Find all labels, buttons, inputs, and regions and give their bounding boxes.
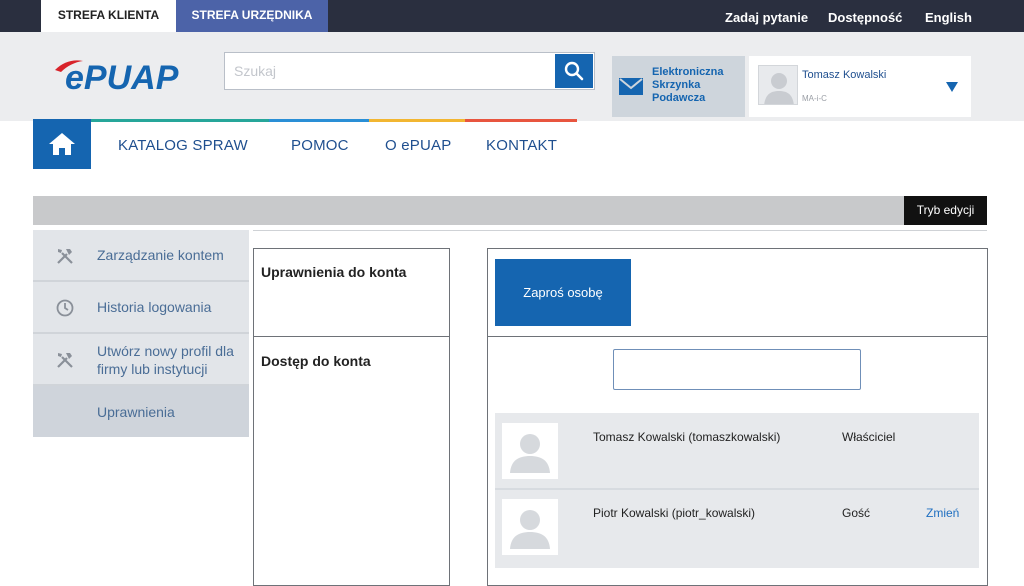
search-button[interactable]	[555, 54, 593, 88]
search-input[interactable]	[225, 53, 555, 89]
section-title-account-rights: Uprawnienia do konta	[261, 264, 407, 280]
tools-icon	[57, 353, 73, 368]
people-list: Tomasz Kowalski (tomaszkowalski) Właścic…	[495, 413, 979, 568]
home-button[interactable]	[33, 119, 91, 169]
user-id: MA-i-C	[802, 94, 827, 103]
avatar	[758, 65, 798, 105]
nav-color-stripe	[269, 119, 369, 122]
nav-color-stripe	[369, 119, 465, 122]
edit-mode-button[interactable]: Tryb edycji	[904, 196, 987, 225]
nav-help[interactable]: POMOC	[291, 137, 349, 154]
account-access-label-box	[253, 336, 450, 586]
top-bar: STREFA KLIENTA STREFA URZĘDNIKA Zadaj py…	[0, 0, 1024, 32]
person-role: Właściciel	[842, 430, 896, 444]
user-placeholder-icon	[764, 73, 794, 104]
clock-icon	[56, 299, 74, 317]
sidebar-item-label: Utwórz nowy profil dla firmy lub instytu…	[97, 343, 234, 377]
esp-mailbox-button[interactable]: Elektroniczna Skrzynka Podawcza	[612, 56, 745, 117]
epuap-logo[interactable]: ePUAP	[53, 54, 203, 97]
english-link[interactable]: English	[925, 10, 972, 25]
sidebar-item-label: Historia logowania	[97, 299, 212, 315]
filter-input[interactable]	[613, 349, 861, 390]
user-menu[interactable]: Tomasz Kowalski MA-i-C	[749, 56, 971, 117]
list-item: Piotr Kowalski (piotr_kowalski) Gość Zmi…	[495, 490, 979, 566]
user-placeholder-icon	[510, 510, 550, 549]
tools-icon	[57, 249, 73, 264]
divider	[253, 230, 987, 231]
accessibility-link[interactable]: Dostępność	[828, 10, 902, 25]
avatar	[502, 499, 558, 555]
person-role: Gość	[842, 506, 871, 520]
nav-color-stripe	[465, 119, 577, 122]
nav-catalog[interactable]: KATALOG SPRAW	[118, 137, 248, 154]
section-title-account-access: Dostęp do konta	[261, 353, 371, 369]
sidebar-item-label: Uprawnienia	[97, 404, 175, 420]
nav-about[interactable]: O ePUAP	[385, 137, 451, 154]
envelope-icon	[619, 78, 643, 95]
person-name: Tomasz Kowalski (tomaszkowalski)	[593, 430, 781, 444]
user-placeholder-icon	[510, 434, 550, 473]
sidebar-item-label: Zarządzanie kontem	[97, 247, 224, 263]
sidebar-item-create-profile[interactable]: Utwórz nowy profil dla firmy lub instytu…	[33, 334, 249, 386]
sidebar-item-account-management[interactable]: Zarządzanie kontem	[33, 230, 249, 282]
header: ePUAP Elektroniczna Skrzynka Podawcza To…	[0, 32, 1024, 121]
home-icon	[49, 133, 75, 155]
invite-person-button[interactable]: Zaproś osobę	[495, 259, 631, 326]
search-icon	[564, 61, 584, 81]
caret-down-icon[interactable]	[946, 82, 958, 92]
sidebar-item-login-history[interactable]: Historia logowania	[33, 282, 249, 334]
person-name: Piotr Kowalski (piotr_kowalski)	[593, 506, 756, 520]
tab-client-zone[interactable]: STREFA KLIENTA	[41, 0, 176, 32]
ask-question-link[interactable]: Zadaj pytanie	[725, 10, 808, 25]
change-role-link[interactable]: Zmień	[926, 506, 959, 520]
user-name: Tomasz Kowalski	[802, 69, 887, 81]
avatar	[502, 423, 558, 479]
esp-label: Elektroniczna Skrzynka Podawcza	[652, 66, 724, 104]
nav-contact[interactable]: KONTAKT	[486, 137, 557, 154]
sidebar-item-permissions[interactable]: Uprawnienia	[33, 386, 249, 437]
nav-color-stripe	[91, 119, 269, 122]
account-rights-label-box	[253, 248, 450, 337]
search-box	[224, 52, 595, 90]
breadcrumb-bar	[33, 196, 987, 225]
tab-official-zone[interactable]: STREFA URZĘDNIKA	[176, 0, 328, 32]
list-item: Tomasz Kowalski (tomaszkowalski) Właścic…	[495, 413, 979, 489]
svg-text:ePUAP: ePUAP	[65, 59, 179, 94]
